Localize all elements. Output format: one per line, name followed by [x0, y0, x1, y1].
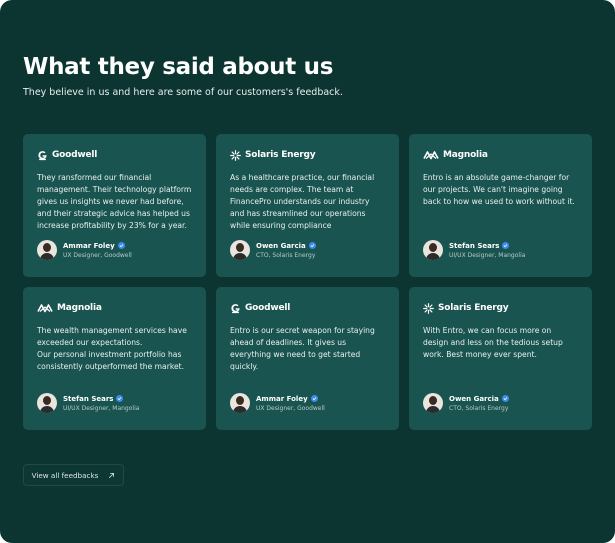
testimonial-quote: The wealth management services have exce… — [37, 326, 187, 371]
avatar — [423, 240, 443, 260]
author: Stefan Sears UI/UX Designer, Mangolia — [423, 240, 525, 260]
author-role: UX Designer, Goodwell — [256, 404, 325, 412]
brand-name: Magnolia — [443, 150, 488, 160]
brand-name: Solaris Energy — [438, 303, 509, 313]
magnolia-logo-icon — [423, 151, 439, 160]
author: Owen Garcia CTO, Solaris Energy — [230, 240, 316, 260]
section-subtitle: They believe in us and here are some of … — [23, 87, 343, 98]
author: Stefan Sears UI/UX Designer, Mangolia — [37, 393, 139, 413]
author: Owen Garcia CTO, Solaris Energy — [423, 393, 509, 413]
testimonial-card: Magnolia Entro is an absolute game-chang… — [409, 134, 592, 277]
author-role: UI/UX Designer, Mangolia — [63, 404, 140, 412]
verified-badge-icon — [310, 395, 318, 402]
verified-badge-icon — [117, 242, 125, 249]
view-all-label: View all feedbacks — [31, 470, 99, 480]
avatar — [37, 393, 57, 413]
author: Ammar Foley UX Designer, Goodwell — [230, 393, 325, 413]
testimonials-section: What they said about us They believe in … — [0, 0, 615, 543]
brand: Solaris Energy — [230, 148, 385, 162]
author-name: Owen Garcia — [256, 241, 306, 250]
testimonial-card: Goodwell They ransformed our financial m… — [23, 134, 206, 277]
author-name: Ammar Foley — [63, 241, 115, 250]
verified-badge-icon — [501, 395, 509, 402]
brand-name: Goodwell — [245, 303, 291, 313]
author-role: CTO, Solaris Energy — [256, 251, 316, 259]
goodwell-logo-icon — [231, 303, 240, 313]
testimonial-card: Goodwell Entro is our secret weapon for … — [216, 287, 399, 430]
brand: Goodwell — [230, 301, 385, 315]
brand-name: Goodwell — [52, 150, 98, 160]
testimonial-card: Solaris Energy With Entro, we can focus … — [409, 287, 592, 430]
avatar — [230, 240, 250, 260]
author: Ammar Foley UX Designer, Goodwell — [37, 240, 132, 260]
testimonial-grid: Goodwell They ransformed our financial m… — [23, 134, 592, 430]
author-name: Ammar Foley — [256, 394, 308, 403]
arrow-up-right-icon — [109, 472, 115, 478]
testimonial-quote: As a healthcare practice, our financial … — [230, 173, 375, 230]
testimonial-quote: They ransformed our financial management… — [37, 173, 192, 230]
solaris-logo-icon — [423, 302, 434, 314]
testimonial-card: Magnolia The wealth management services … — [23, 287, 206, 430]
testimonial-card: Solaris Energy As a healthcare practice,… — [216, 134, 399, 277]
author-role: CTO, Solaris Energy — [449, 404, 509, 412]
testimonial-quote: With Entro, we can focus more on design … — [423, 326, 563, 359]
brand: Solaris Energy — [423, 301, 578, 315]
author-role: UX Designer, Goodwell — [63, 251, 132, 259]
author-name: Owen Garcia — [449, 394, 499, 403]
brand-name: Magnolia — [57, 303, 102, 313]
author-name: Stefan Sears — [63, 394, 114, 403]
author-role: UI/UX Designer, Mangolia — [449, 251, 526, 259]
avatar — [230, 393, 250, 413]
verified-badge-icon — [502, 242, 510, 249]
testimonial-quote: Entro is our secret weapon for staying a… — [230, 326, 375, 371]
verified-badge-icon — [308, 242, 316, 249]
view-all-feedbacks-button[interactable]: View all feedbacks — [23, 464, 124, 486]
magnolia-logo-icon — [37, 304, 53, 313]
testimonial-quote: Entro is an absolute game-changer for ou… — [423, 173, 575, 206]
brand: Goodwell — [37, 148, 192, 162]
verified-badge-icon — [116, 395, 124, 402]
author-name: Stefan Sears — [449, 241, 500, 250]
section-title: What they said about us — [23, 54, 334, 80]
goodwell-logo-icon — [38, 150, 47, 160]
solaris-logo-icon — [230, 149, 241, 161]
brand: Magnolia — [37, 301, 192, 315]
avatar — [423, 393, 443, 413]
avatar — [37, 240, 57, 260]
brand-name: Solaris Energy — [245, 150, 316, 160]
brand: Magnolia — [423, 148, 578, 162]
